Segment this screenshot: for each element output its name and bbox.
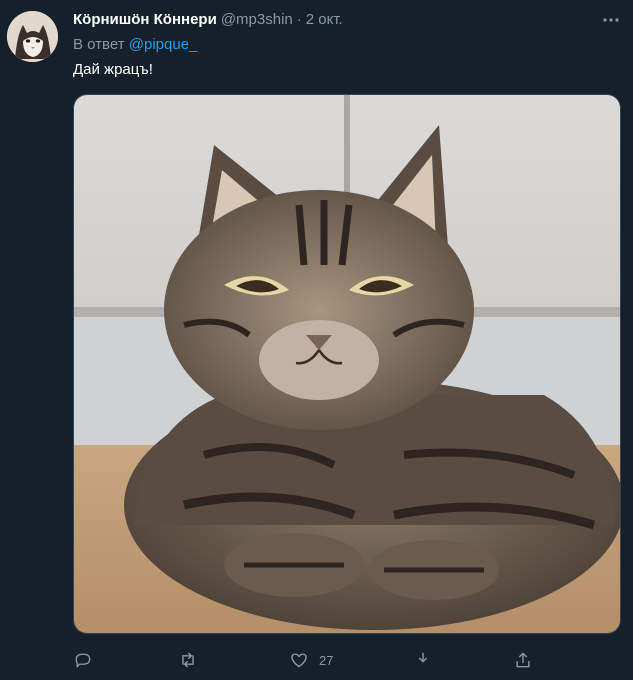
author-handle[interactable]: @mp3shin <box>221 11 293 28</box>
author-name[interactable]: Кӧрнишӧн Кӧннери <box>73 11 217 28</box>
like-button[interactable]: 27 <box>289 648 333 672</box>
upload-button[interactable] <box>513 648 533 672</box>
tweet-actions: 27 <box>73 648 543 672</box>
more-horizontal-icon <box>603 18 619 22</box>
reply-icon <box>75 653 91 668</box>
retweet-button[interactable] <box>178 648 198 672</box>
tweet[interactable]: Кӧрнишӧн Кӧннери @mp3shin · 2 окт. В отв… <box>0 0 633 680</box>
tweet-text: Дай жрацъ! <box>73 61 153 78</box>
like-icon <box>291 653 307 668</box>
reply-mention-link[interactable]: @pipque_ <box>129 36 198 53</box>
cat-photo <box>74 95 620 633</box>
share-icon <box>418 652 428 663</box>
reply-button[interactable] <box>73 648 93 672</box>
tweet-media-photo[interactable] <box>73 94 621 634</box>
upload-icon <box>516 652 530 668</box>
reply-context: В ответ @pipque_ <box>73 36 197 53</box>
more-options-button[interactable] <box>601 10 621 30</box>
avatar[interactable] <box>7 11 58 62</box>
retweet-icon <box>182 652 194 668</box>
separator-dot: · <box>296 11 302 28</box>
like-count: 27 <box>319 652 334 668</box>
share-button[interactable] <box>413 648 433 672</box>
reply-prefix: В ответ <box>73 36 125 53</box>
tweet-header: Кӧрнишӧн Кӧннери @mp3shin · 2 окт. <box>73 11 593 33</box>
tweet-timestamp[interactable]: 2 окт. <box>306 11 343 28</box>
